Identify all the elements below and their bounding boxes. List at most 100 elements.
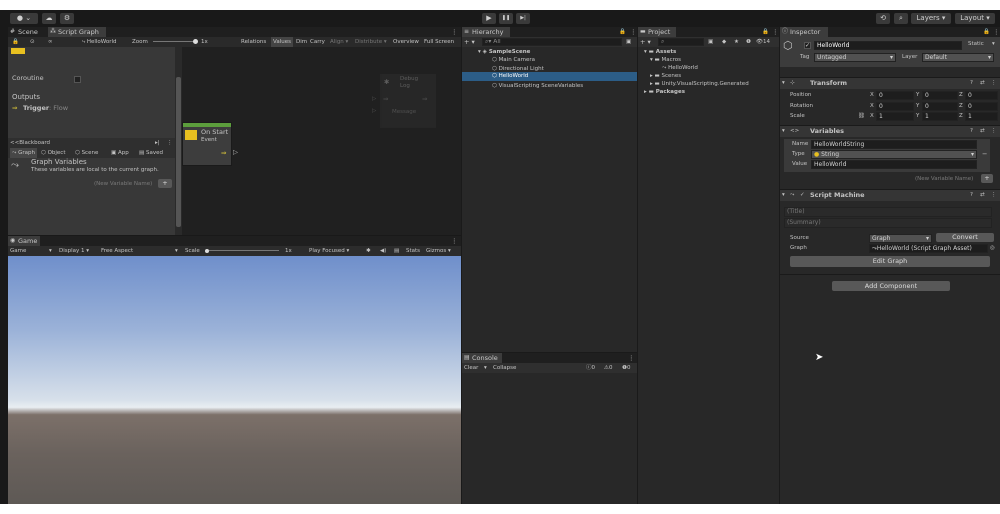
scale-y-field[interactable]: 1: [922, 112, 958, 121]
hierarchy-more-icon[interactable]: ⋮: [630, 27, 637, 37]
object-name-input[interactable]: HelloWorld: [814, 41, 962, 50]
clear-button[interactable]: Clear: [464, 363, 478, 373]
favorite-icon[interactable]: ★: [734, 37, 739, 47]
account-dropdown[interactable]: ● ⌄: [10, 13, 38, 24]
pause-button[interactable]: ❚❚: [499, 13, 513, 24]
debug-log-node[interactable]: Debug Log ✱ ⇒ ⇒ Message: [380, 74, 436, 128]
enabled-checkbox[interactable]: ✓: [800, 190, 805, 200]
hierarchy-item-scene-variables[interactable]: ⬡ VisualScripting SceneVariables: [492, 81, 583, 91]
gizmos-dropdown[interactable]: Gizmos ▾: [426, 246, 451, 256]
bug-icon[interactable]: ✱: [366, 246, 371, 256]
cloud-icon[interactable]: ☁: [42, 13, 56, 24]
object-picker-icon[interactable]: ◎: [990, 243, 995, 253]
edit-graph-button[interactable]: Edit Graph: [790, 256, 990, 267]
toggle-relations[interactable]: Relations: [241, 37, 266, 47]
component-more-icon[interactable]: ⋮: [991, 78, 997, 88]
preset-icon[interactable]: ⇄: [980, 126, 985, 136]
console-more-icon[interactable]: ⋮: [628, 353, 635, 363]
summary-field[interactable]: (Summary): [784, 218, 992, 228]
link-icon[interactable]: ⛓: [858, 111, 865, 121]
inspector-toggle-icon[interactable]: ⊙: [30, 37, 35, 47]
aspect-dropdown[interactable]: Free Aspect ▾: [101, 246, 178, 256]
variables-header[interactable]: ▾ <> Variables ? ⇄ ⋮: [780, 125, 1000, 137]
search-by-label-icon[interactable]: ◆: [722, 37, 726, 47]
search-icon[interactable]: ⌕: [894, 13, 908, 24]
foldout-arrow-icon[interactable]: ▾: [782, 190, 785, 200]
layer-dropdown[interactable]: Default ▾: [922, 53, 994, 62]
component-more-icon[interactable]: ⋮: [991, 190, 997, 200]
hierarchy-search-input[interactable]: ⌕▾ All: [482, 38, 622, 46]
game-view-dropdown[interactable]: Game ▾: [10, 246, 52, 256]
scale-slider[interactable]: [209, 250, 279, 251]
scale-z-field[interactable]: 1: [965, 112, 998, 121]
tab-script-graph[interactable]: ⁂ Script Graph: [48, 27, 106, 37]
tab-game[interactable]: ◉ Game: [8, 236, 40, 246]
graph-breadcrumb[interactable]: ⤷ HelloWorld: [82, 37, 117, 47]
flow-in-port[interactable]: ⇒: [383, 94, 388, 104]
rotation-z-field[interactable]: 0: [965, 102, 998, 111]
tab-hierarchy[interactable]: ≡ Hierarchy: [462, 27, 510, 37]
bb-add-variable-button[interactable]: +: [158, 179, 172, 188]
layout-dropdown[interactable]: Layout ▾: [955, 13, 995, 24]
tab-scene[interactable]: # Scene: [8, 27, 48, 37]
stats-icon[interactable]: ▤: [394, 246, 399, 256]
game-more-icon[interactable]: ⋮: [451, 236, 458, 246]
infinity-icon[interactable]: ∞: [48, 37, 53, 47]
help-icon[interactable]: ?: [970, 126, 973, 136]
lock-icon[interactable]: 🔒: [983, 27, 990, 37]
scene-filter-icon[interactable]: ▣: [626, 37, 631, 47]
blackboard-more-icon[interactable]: ⋮: [167, 138, 173, 148]
toggle-dim[interactable]: Dim: [296, 37, 307, 47]
toggle-values[interactable]: Values: [271, 37, 293, 47]
project-create-button[interactable]: + ▾: [640, 37, 651, 47]
search-by-type-icon[interactable]: ▣: [708, 37, 713, 47]
lock-icon[interactable]: 🔒: [12, 37, 19, 47]
toggle-fullscreen[interactable]: Full Screen: [424, 37, 454, 47]
source-dropdown[interactable]: Graph ▾: [869, 234, 932, 243]
chevron-down-icon[interactable]: ▾: [484, 363, 487, 373]
script-machine-header[interactable]: ▾ ⤳ ✓ Script Machine ? ⇄ ⋮: [780, 189, 1000, 201]
rotation-y-field[interactable]: 0: [922, 102, 958, 111]
distribute-dropdown[interactable]: Distribute ▾: [355, 37, 387, 47]
collab-icon[interactable]: ⚙: [60, 13, 74, 24]
scale-x-field[interactable]: 1: [876, 112, 914, 121]
bb-new-variable-input[interactable]: (New Variable Name): [94, 179, 152, 189]
project-search-input[interactable]: ⌕: [658, 38, 704, 46]
convert-button[interactable]: Convert: [936, 233, 994, 242]
var-type-dropdown[interactable]: ● String ▾: [811, 150, 977, 159]
new-variable-input[interactable]: (New Variable Name): [915, 174, 973, 184]
hierarchy-item-helloworld[interactable]: ⬡ HelloWorld: [492, 72, 528, 81]
var-name-field[interactable]: HelloWorldString: [811, 140, 977, 149]
hidden-packages-icon[interactable]: ❶: [746, 37, 751, 47]
add-variable-button[interactable]: +: [981, 174, 993, 183]
project-folder-packages[interactable]: ▸ ▬ Packages: [644, 87, 685, 97]
inspector-scrollbar[interactable]: [175, 47, 182, 235]
lock-icon[interactable]: 🔒: [762, 27, 769, 37]
active-checkbox[interactable]: ✓: [804, 42, 811, 49]
step-button[interactable]: ▶|: [516, 13, 530, 24]
foldout-arrow-icon[interactable]: ▾: [782, 78, 785, 88]
component-more-icon[interactable]: ⋮: [991, 126, 997, 136]
static-dropdown[interactable]: ▾: [992, 39, 995, 49]
flow-out-port[interactable]: ⇒: [422, 94, 427, 104]
bb-tab-saved[interactable]: ▤ Saved: [139, 148, 163, 158]
console-warning-count[interactable]: ⚠0: [604, 363, 612, 373]
on-start-node[interactable]: On Start Event ⇒: [182, 122, 232, 166]
tab-project[interactable]: ▬ Project: [638, 27, 676, 37]
tag-dropdown[interactable]: Untagged ▾: [814, 53, 896, 62]
graph-asset-field[interactable]: ⤳HelloWorld (Script Graph Asset): [869, 244, 988, 253]
tab-console[interactable]: ▤ Console: [462, 353, 502, 363]
project-more-icon[interactable]: ⋮: [772, 27, 779, 37]
zoom-slider-handle[interactable]: [193, 39, 198, 44]
console-error-count[interactable]: ❶0: [622, 363, 630, 373]
stats-button[interactable]: Stats: [406, 246, 420, 256]
title-field[interactable]: (Title): [784, 207, 992, 217]
collapse-button[interactable]: Collapse: [493, 363, 516, 373]
add-component-button[interactable]: Add Component: [832, 281, 950, 291]
preset-icon[interactable]: ⇄: [980, 190, 985, 200]
help-icon[interactable]: ?: [970, 190, 973, 200]
play-button[interactable]: ▶: [482, 13, 496, 24]
position-z-field[interactable]: 0: [965, 91, 998, 100]
coroutine-checkbox[interactable]: [74, 76, 81, 83]
tab-inspector[interactable]: ⓘ Inspector: [780, 27, 828, 37]
